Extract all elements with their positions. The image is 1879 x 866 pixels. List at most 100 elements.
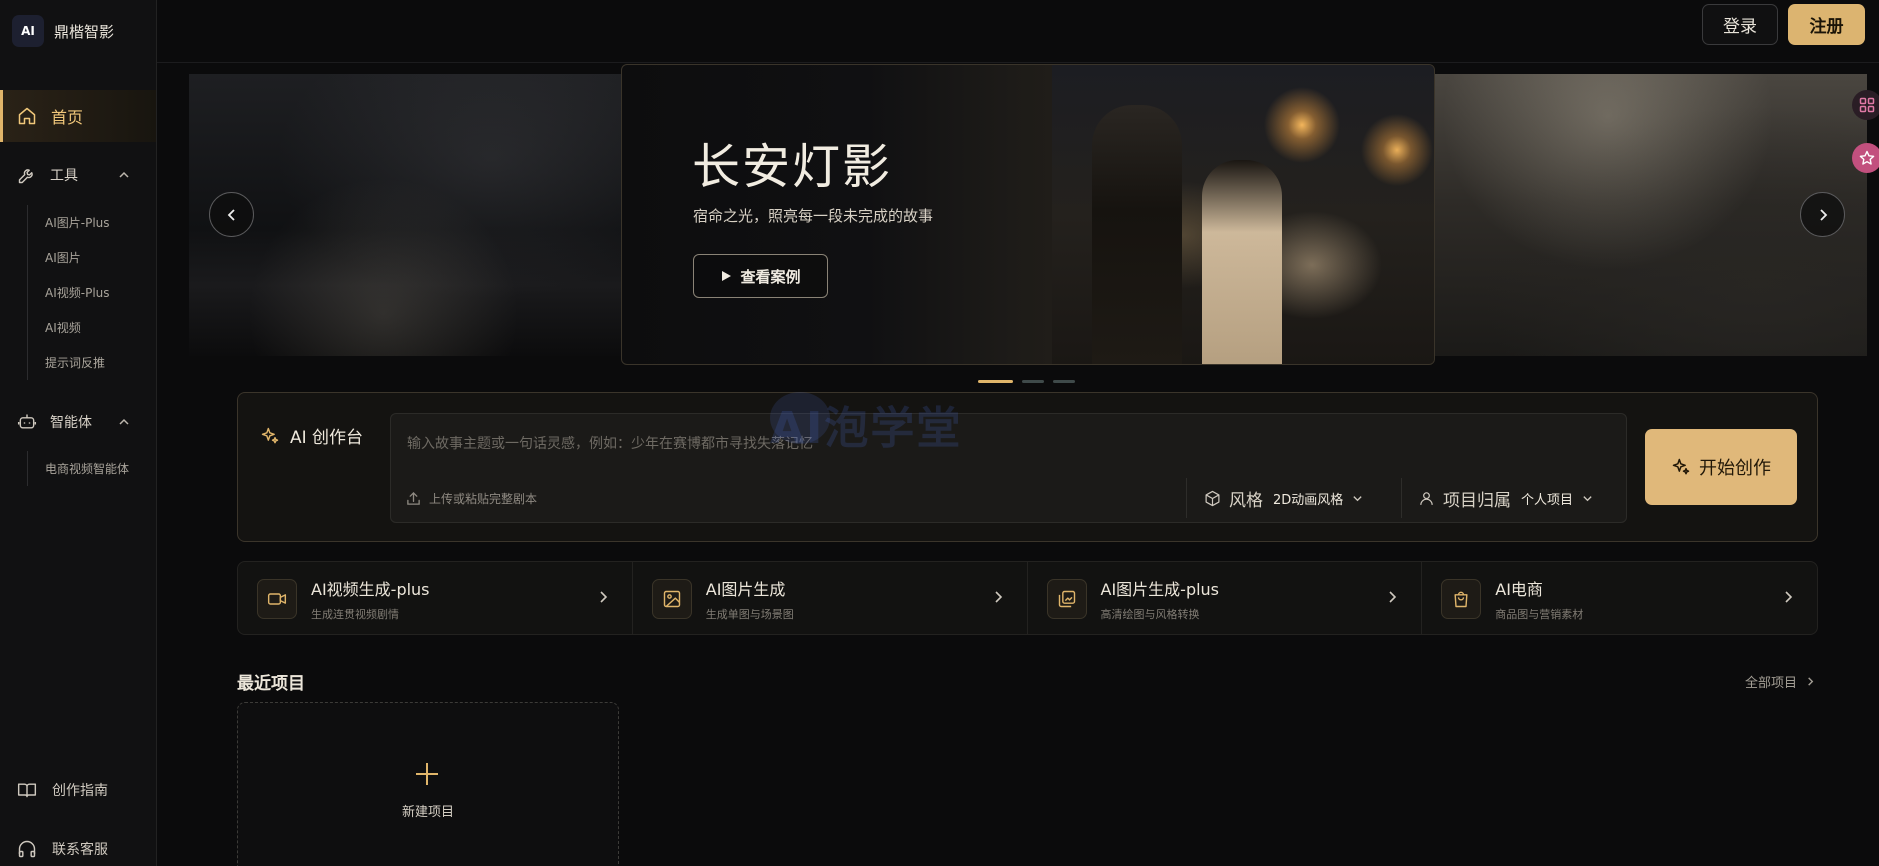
- style-value: 2D动画风格: [1273, 492, 1344, 508]
- wrench-icon: [17, 165, 37, 185]
- style-key: 风格: [1229, 490, 1263, 511]
- sidebar: AI 鼎楷智影 首页 工具 AI图片-Plus AI图片 AI视频-Plus A…: [0, 0, 157, 866]
- sparkle-icon: [1671, 457, 1691, 477]
- tool-subtitle: 高清绘图与风格转换: [1100, 608, 1200, 621]
- agents-submenu: 电商视频智能体: [27, 451, 129, 486]
- sidebar-item-prompt-reverse[interactable]: 提示词反推: [28, 345, 110, 380]
- sidebar-item-home[interactable]: 首页: [0, 90, 156, 142]
- headphones-icon: [17, 839, 37, 859]
- brand-name: 鼎楷智影: [54, 22, 115, 41]
- sidebar-item-ai-image-plus[interactable]: AI图片-Plus: [28, 205, 110, 240]
- chevron-right-icon: [1781, 590, 1795, 604]
- create-panel-title: AI 创作台: [260, 423, 363, 448]
- slide-figure-woman: [1202, 160, 1282, 364]
- all-projects-label: 全部项目: [1745, 676, 1798, 691]
- story-input-box: 上传或粘贴完整剧本 风格 2D动画风格 项目归属 个人项目: [390, 413, 1627, 523]
- all-projects-link[interactable]: 全部项目: [1745, 672, 1816, 691]
- tool-card-ai-video-plus[interactable]: AI视频生成-plus 生成连贯视频剧情: [238, 562, 633, 634]
- sidebar-group-label: 智能体: [50, 415, 92, 431]
- chevron-left-icon: [225, 208, 239, 222]
- top-header: [157, 0, 1879, 63]
- tool-subtitle: 商品图与营销素材: [1495, 608, 1584, 621]
- carousel-dot[interactable]: [1022, 380, 1044, 383]
- carousel-dot[interactable]: [978, 380, 1013, 383]
- chevron-right-icon: [596, 590, 610, 604]
- owner-value: 个人项目: [1521, 492, 1574, 508]
- sidebar-item-ai-video-plus[interactable]: AI视频-Plus: [28, 275, 110, 310]
- slide-subtitle: 宿命之光，照亮每一段未完成的故事: [693, 207, 934, 225]
- ai-create-panel: AI 创作台 上传或粘贴完整剧本 风格 2D动画风格 项目归属: [237, 392, 1818, 542]
- divider: [1186, 478, 1187, 518]
- tool-title: AI图片生成-plus: [1100, 580, 1220, 599]
- new-project-card[interactable]: 新建项目: [237, 702, 619, 866]
- chevron-right-icon: [1816, 208, 1830, 222]
- upload-script-label: 上传或粘贴完整剧本: [429, 492, 538, 506]
- carousel-slide-active[interactable]: 长安灯影 宿命之光，照亮每一段未完成的故事 查看案例: [621, 64, 1435, 365]
- chevron-right-icon: [991, 590, 1005, 604]
- tools-submenu: AI图片-Plus AI图片 AI视频-Plus AI视频 提示词反推: [27, 205, 110, 380]
- carousel-prev-button[interactable]: [209, 192, 254, 237]
- brand[interactable]: AI 鼎楷智影: [12, 14, 114, 48]
- floating-favorite-button[interactable]: [1852, 143, 1879, 173]
- chevron-down-icon: [1352, 493, 1363, 504]
- login-button[interactable]: 登录: [1702, 4, 1778, 45]
- divider: [1401, 478, 1402, 518]
- sidebar-item-ai-image[interactable]: AI图片: [28, 240, 110, 275]
- carousel-indicators: [978, 380, 1075, 383]
- tool-title: AI电商: [1495, 580, 1543, 599]
- tool-card-ai-image-plus[interactable]: AI图片生成-plus 高清绘图与风格转换: [1028, 562, 1423, 634]
- tool-title: AI视频生成-plus: [311, 580, 430, 599]
- carousel-dot[interactable]: [1053, 380, 1075, 383]
- sidebar-group-label: 工具: [50, 168, 78, 184]
- tool-subtitle: 生成连贯视频剧情: [311, 608, 399, 621]
- owner-key: 项目归属: [1443, 490, 1511, 511]
- new-project-label: 新建项目: [401, 805, 454, 820]
- user-icon: [1418, 490, 1435, 507]
- sidebar-item-ai-video[interactable]: AI视频: [28, 310, 110, 345]
- floating-apps-button[interactable]: [1852, 90, 1879, 120]
- shopping-bag-icon: [1441, 579, 1482, 619]
- start-create-button[interactable]: 开始创作: [1645, 429, 1797, 505]
- upload-script-button[interactable]: 上传或粘贴完整剧本: [406, 490, 537, 507]
- grid-icon: [1859, 97, 1875, 113]
- sidebar-item-guide[interactable]: 创作指南: [17, 778, 108, 802]
- project-owner-select[interactable]: 项目归属 个人项目: [1418, 486, 1593, 511]
- view-case-button[interactable]: 查看案例: [693, 254, 828, 298]
- video-icon: [257, 579, 297, 619]
- plus-icon: [414, 761, 440, 787]
- chevron-down-icon: [1582, 493, 1593, 504]
- sidebar-item-label: 首页: [51, 108, 84, 127]
- tool-card-ai-image[interactable]: AI图片生成 生成单图与场景图: [633, 562, 1028, 634]
- sidebar-item-ecommerce-video-agent[interactable]: 电商视频智能体: [28, 451, 129, 486]
- sparkle-icon: [260, 426, 280, 446]
- sidebar-item-label: 创作指南: [52, 783, 108, 799]
- sidebar-item-support[interactable]: 联系客服: [17, 837, 108, 861]
- recent-projects-title: 最近项目: [237, 674, 305, 694]
- sidebar-group-agents[interactable]: 智能体: [0, 404, 156, 440]
- brand-logo: AI: [12, 15, 44, 47]
- robot-icon: [17, 412, 37, 432]
- create-panel-title-text: AI 创作台: [290, 428, 364, 448]
- tool-title: AI图片生成: [705, 580, 786, 599]
- style-select[interactable]: 风格 2D动画风格: [1204, 486, 1363, 511]
- chevron-up-icon: [118, 416, 130, 428]
- cube-icon: [1204, 490, 1221, 507]
- book-icon: [17, 780, 37, 800]
- gallery-icon: [1046, 579, 1087, 619]
- chevron-up-icon: [118, 169, 130, 181]
- sidebar-item-label: 联系客服: [52, 842, 108, 858]
- carousel-next-button[interactable]: [1800, 192, 1845, 237]
- sidebar-group-tools[interactable]: 工具: [0, 157, 156, 193]
- slide-figure-man: [1092, 105, 1182, 364]
- tool-subtitle: 生成单图与场景图: [705, 608, 794, 621]
- star-icon: [1859, 150, 1875, 166]
- slide-title: 长安灯影: [692, 139, 893, 195]
- upload-icon: [406, 491, 421, 506]
- tool-card-ai-ecommerce[interactable]: AI电商 商品图与营销素材: [1422, 562, 1817, 634]
- watermark-text: AI泡学堂: [770, 403, 963, 454]
- chevron-right-icon: [1385, 590, 1399, 604]
- start-create-label: 开始创作: [1699, 458, 1771, 479]
- home-icon: [17, 106, 37, 126]
- register-button[interactable]: 注册: [1788, 4, 1865, 45]
- quick-tools: AI视频生成-plus 生成连贯视频剧情 AI图片生成 生成单图与场景图 AI图…: [237, 561, 1818, 635]
